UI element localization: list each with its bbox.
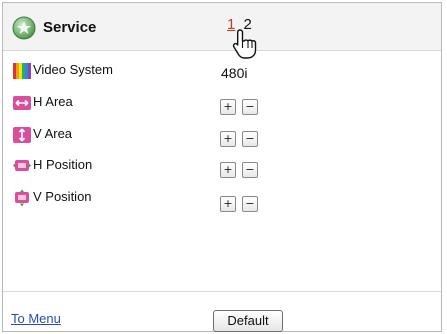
h-area-icon: [13, 96, 31, 110]
default-button[interactable]: Default: [213, 310, 283, 332]
h-position-label: H Position: [33, 157, 93, 172]
v-position-icon: [15, 189, 29, 207]
page-title: Service: [43, 19, 97, 36]
v-area-icon: [13, 127, 31, 143]
h-position-increase-button[interactable]: +: [220, 162, 236, 178]
video-system-label: Video System: [33, 62, 113, 77]
row-v-area: V Area + −: [3, 123, 433, 147]
h-area-label: H Area: [33, 94, 73, 109]
h-position-icon: [13, 160, 31, 171]
header-bar: Service 1 2: [3, 3, 441, 51]
v-area-increase-button[interactable]: +: [220, 131, 236, 147]
footer-divider: [3, 291, 441, 292]
hand-pointer-icon: [232, 29, 257, 59]
row-video-system: Video System 480i: [3, 59, 433, 83]
h-area-decrease-button[interactable]: −: [242, 99, 258, 115]
v-position-decrease-button[interactable]: −: [242, 196, 258, 212]
rainbow-bars-icon: [13, 63, 31, 79]
v-position-increase-button[interactable]: +: [220, 196, 236, 212]
h-position-decrease-button[interactable]: −: [242, 162, 258, 178]
row-v-position: V Position + −: [3, 186, 433, 212]
service-icon: [12, 16, 36, 40]
v-position-label: V Position: [33, 189, 92, 204]
row-h-area: H Area + −: [3, 91, 433, 115]
row-h-position: H Position + −: [3, 154, 433, 178]
video-system-value[interactable]: 480i: [221, 65, 247, 81]
v-area-label: V Area: [33, 126, 73, 141]
v-area-decrease-button[interactable]: −: [242, 131, 258, 147]
to-menu-link[interactable]: To Menu: [11, 311, 61, 326]
h-area-increase-button[interactable]: +: [220, 99, 236, 115]
service-panel: Service 1 2 Video System 480i H Area + −: [2, 2, 442, 332]
